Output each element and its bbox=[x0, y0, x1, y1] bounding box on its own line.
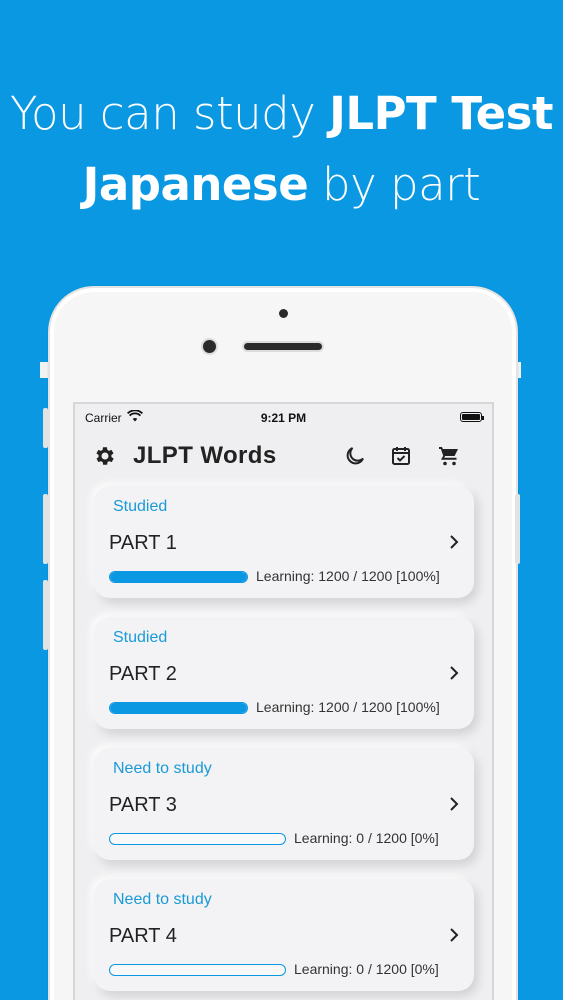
battery-icon bbox=[460, 412, 484, 422]
headline-line-2: Japanese by part bbox=[0, 149, 563, 220]
page-title: JLPT Words bbox=[133, 442, 277, 469]
front-camera bbox=[203, 340, 216, 353]
part-card-3[interactable]: Need to study PART 3 Learning: 0 / 1200 … bbox=[94, 748, 474, 860]
progress-fill bbox=[110, 572, 247, 582]
gear-icon[interactable] bbox=[93, 444, 117, 468]
progress-bar bbox=[109, 571, 248, 583]
part-status-label: Studied bbox=[113, 498, 168, 515]
app-screen: Carrier 9:21 PM JLPT Words Studied PART … bbox=[73, 402, 494, 1000]
earpiece-speaker bbox=[244, 343, 322, 350]
part-title: PART 4 bbox=[109, 925, 177, 947]
headline-bold-text: JLPT Test bbox=[329, 87, 553, 140]
headline-bold-text: Japanese bbox=[82, 158, 309, 211]
volume-up-button bbox=[43, 494, 48, 564]
moon-icon[interactable] bbox=[343, 444, 367, 468]
cart-icon[interactable] bbox=[437, 444, 461, 468]
chevron-right-icon bbox=[450, 535, 459, 549]
part-status-label: Need to study bbox=[113, 891, 212, 908]
part-title: PART 3 bbox=[109, 794, 177, 816]
part-card-4[interactable]: Need to study PART 4 Learning: 0 / 1200 … bbox=[94, 879, 474, 991]
power-button bbox=[515, 494, 520, 564]
chevron-right-icon bbox=[450, 797, 459, 811]
progress-bar bbox=[109, 964, 286, 976]
progress-bar bbox=[109, 833, 286, 845]
learning-count: Learning: 0 / 1200 [0%] bbox=[294, 961, 439, 977]
progress-bar bbox=[109, 702, 248, 714]
learning-count: Learning: 0 / 1200 [0%] bbox=[294, 830, 439, 846]
part-title: PART 1 bbox=[109, 532, 177, 554]
part-card-1[interactable]: Studied PART 1 Learning: 1200 / 1200 [10… bbox=[94, 486, 474, 598]
chevron-right-icon bbox=[450, 666, 459, 680]
promo-headline: You can study JLPT Test Japanese by part bbox=[0, 78, 563, 220]
part-status-label: Studied bbox=[113, 629, 168, 646]
learning-count: Learning: 1200 / 1200 [100%] bbox=[256, 568, 440, 584]
mute-switch bbox=[43, 408, 48, 448]
nav-bar: JLPT Words bbox=[75, 434, 492, 478]
learning-count: Learning: 1200 / 1200 [100%] bbox=[256, 699, 440, 715]
part-status-label: Need to study bbox=[113, 760, 212, 777]
calendar-check-icon[interactable] bbox=[389, 444, 413, 468]
headline-text: by part bbox=[308, 158, 481, 211]
volume-down-button bbox=[43, 580, 48, 650]
clock: 9:21 PM bbox=[260, 411, 307, 425]
headline-line-1: You can study JLPT Test bbox=[0, 78, 563, 149]
proximity-sensor bbox=[279, 309, 288, 318]
chevron-right-icon bbox=[450, 928, 459, 942]
status-bar: Carrier 9:21 PM bbox=[75, 404, 492, 430]
headline-text: You can study bbox=[10, 87, 330, 140]
part-title: PART 2 bbox=[109, 663, 177, 685]
part-card-2[interactable]: Studied PART 2 Learning: 1200 / 1200 [10… bbox=[94, 617, 474, 729]
progress-fill bbox=[110, 703, 247, 713]
